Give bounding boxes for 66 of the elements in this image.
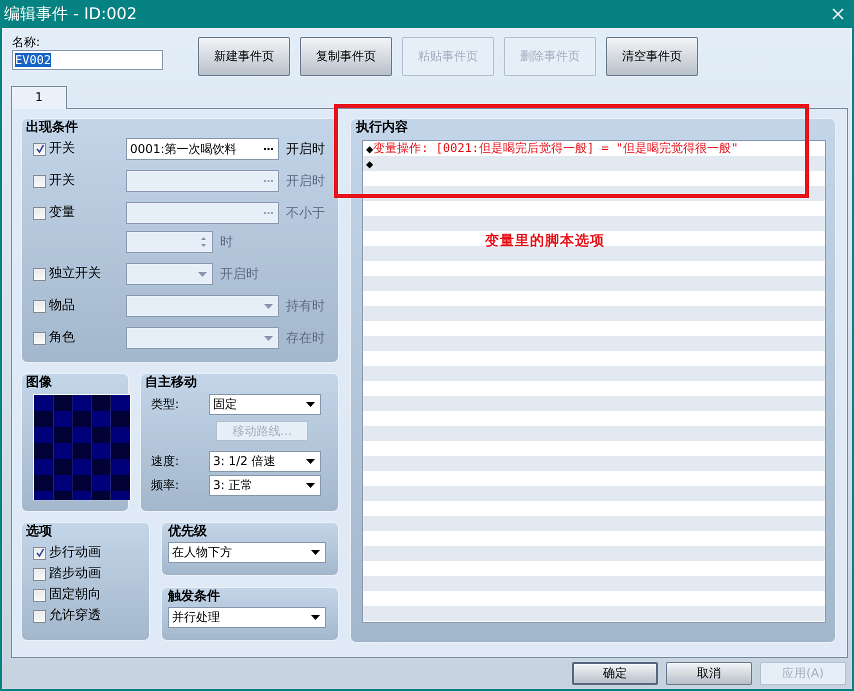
close-icon[interactable] <box>832 8 844 20</box>
condition-suffix: 开启时 <box>286 141 325 158</box>
trigger-dropdown[interactable]: 并行处理 <box>168 607 326 628</box>
spinner-icon <box>200 236 207 248</box>
name-label: 名称: <box>12 34 42 50</box>
checkbox-label: 开关 <box>49 173 75 189</box>
page-button[interactable]: 新建事件页 <box>198 37 290 76</box>
caret-icon <box>306 483 315 488</box>
checkbox-label: 步行动画 <box>49 545 101 561</box>
checkbox-label: 物品 <box>49 298 75 314</box>
checkbox-label: 开关 <box>49 141 75 157</box>
ellipsis-icon <box>264 212 273 214</box>
caret-icon <box>311 615 320 620</box>
checkbox-label: 角色 <box>49 330 75 346</box>
checkbox-label: 允许穿透 <box>49 608 101 624</box>
frequency-dropdown[interactable]: 3: 正常 <box>209 475 321 496</box>
priority-dropdown[interactable]: 在人物下方 <box>168 542 326 563</box>
group-title: 自主移动 <box>145 375 197 391</box>
page-tab[interactable]: 1 <box>11 86 67 109</box>
command-list[interactable]: ◆变量操作: [0021:但是喝完后觉得一般] = "但是喝完觉得很一般" ◆ 变量里的脚本选项 <box>362 140 826 623</box>
ellipsis-icon <box>264 180 273 182</box>
condition-suffix: 不小于 <box>286 205 325 222</box>
condition-suffix: 开启时 <box>286 173 325 190</box>
type-dropdown[interactable]: 固定 <box>209 394 321 415</box>
checkbox[interactable] <box>33 546 46 560</box>
frequency-label: 频率: <box>150 477 180 494</box>
checkbox[interactable] <box>33 568 46 580</box>
group-title: 触发条件 <box>168 589 220 605</box>
group-title: 选项 <box>26 524 52 540</box>
caret-icon <box>264 304 273 308</box>
caret-icon <box>198 272 207 276</box>
checkbox-label: 变量 <box>49 205 75 221</box>
speed-label: 速度: <box>150 453 180 470</box>
dialog-button[interactable]: 确定 <box>572 662 658 685</box>
condition-suffix: 存在时 <box>286 330 325 347</box>
checkbox[interactable] <box>33 142 46 156</box>
checkbox-label: 固定朝向 <box>49 587 101 603</box>
caret-icon <box>306 402 315 407</box>
group-title: 出现条件 <box>26 120 78 136</box>
command-bullet: ◆ <box>366 142 374 156</box>
condition-suffix: 持有时 <box>286 298 325 315</box>
speed-dropdown[interactable]: 3: 1/2 倍速 <box>209 451 321 472</box>
name-field[interactable]: EV002 <box>12 50 163 70</box>
condition-suffix: 开启时 <box>220 266 259 283</box>
type-label: 类型: <box>150 396 180 413</box>
checkbox[interactable] <box>33 610 46 622</box>
group-title: 优先级 <box>168 524 207 540</box>
page-button[interactable]: 清空事件页 <box>606 37 698 76</box>
caret-icon <box>264 336 273 340</box>
page-button[interactable]: 复制事件页 <box>300 37 392 76</box>
checkbox[interactable] <box>33 588 46 602</box>
dialog-button[interactable]: 取消 <box>666 662 752 685</box>
window-title: 编辑事件 - ID:002 <box>4 4 137 24</box>
checkbox-label: 独立开关 <box>49 266 101 282</box>
command-bullet: ◆ <box>366 156 374 170</box>
tile-preview-drawing[interactable] <box>33 394 131 500</box>
caret-icon <box>311 550 320 555</box>
group-title: 图像 <box>26 375 52 391</box>
picker-field[interactable]: 0001:第一次喝饮料 <box>126 138 279 160</box>
condition-suffix: 时 <box>220 234 233 251</box>
annotation-text: 变量里的脚本选项 <box>485 232 605 250</box>
checkbox-label: 踏步动画 <box>49 566 101 582</box>
command-line[interactable]: 变量操作: [0021:但是喝完后觉得一般] = "但是喝完觉得很一般" <box>373 140 738 157</box>
ellipsis-icon <box>264 148 273 150</box>
caret-icon <box>306 459 315 464</box>
group-title: 执行内容 <box>356 120 408 136</box>
